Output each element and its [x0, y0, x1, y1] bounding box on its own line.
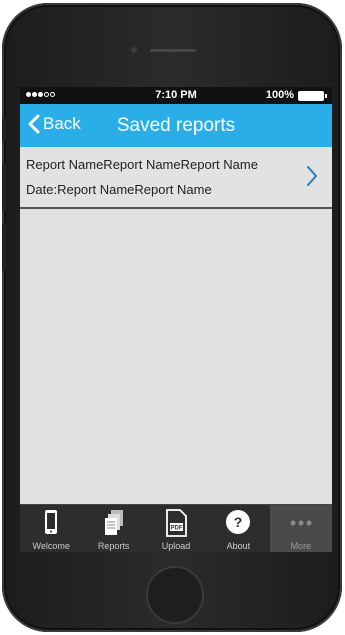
list-item-report[interactable]: Report NameReport NameReport Name Date:R… [20, 147, 332, 209]
navigation-bar: Back Saved reports [20, 104, 332, 147]
tab-label: Upload [161, 541, 191, 551]
speaker-grille [150, 49, 196, 52]
volume-up-button [2, 163, 6, 211]
tab-label: Reports [97, 541, 130, 551]
tab-welcome[interactable]: Welcome [20, 505, 82, 552]
tab-more[interactable]: More [269, 505, 332, 552]
tab-reports[interactable]: Reports [82, 505, 144, 552]
app-screen: 7:10 PM 100% Back Saved reports Report N… [20, 87, 332, 552]
tab-label: More [290, 541, 312, 551]
tab-upload[interactable]: PDF Upload [145, 505, 207, 552]
tab-bar: Welcome Reports PDF Upload ? About More [20, 504, 332, 552]
battery-icon [298, 91, 327, 101]
camera-icon [131, 47, 137, 53]
tab-label: About [226, 541, 251, 551]
more-dots-icon [290, 520, 312, 526]
status-bar: 7:10 PM 100% [20, 87, 332, 104]
volume-down-button [2, 223, 6, 271]
svg-text:?: ? [234, 514, 243, 530]
svg-text:PDF: PDF [171, 526, 183, 532]
documents-icon [104, 510, 123, 535]
mute-switch [2, 118, 6, 142]
tab-label: Welcome [32, 541, 70, 551]
report-name: Report NameReport NameReport Name [26, 157, 258, 172]
question-icon: ? [226, 510, 251, 534]
report-date: Date:Report NameReport Name [26, 182, 212, 197]
chevron-right-icon [307, 166, 317, 186]
page-title: Saved reports [116, 115, 236, 136]
battery-percentage: 100% [265, 89, 294, 101]
phone-icon [45, 510, 58, 534]
pdf-icon: PDF [166, 509, 187, 537]
home-button[interactable] [146, 566, 204, 624]
tab-about[interactable]: ? About [207, 505, 269, 552]
